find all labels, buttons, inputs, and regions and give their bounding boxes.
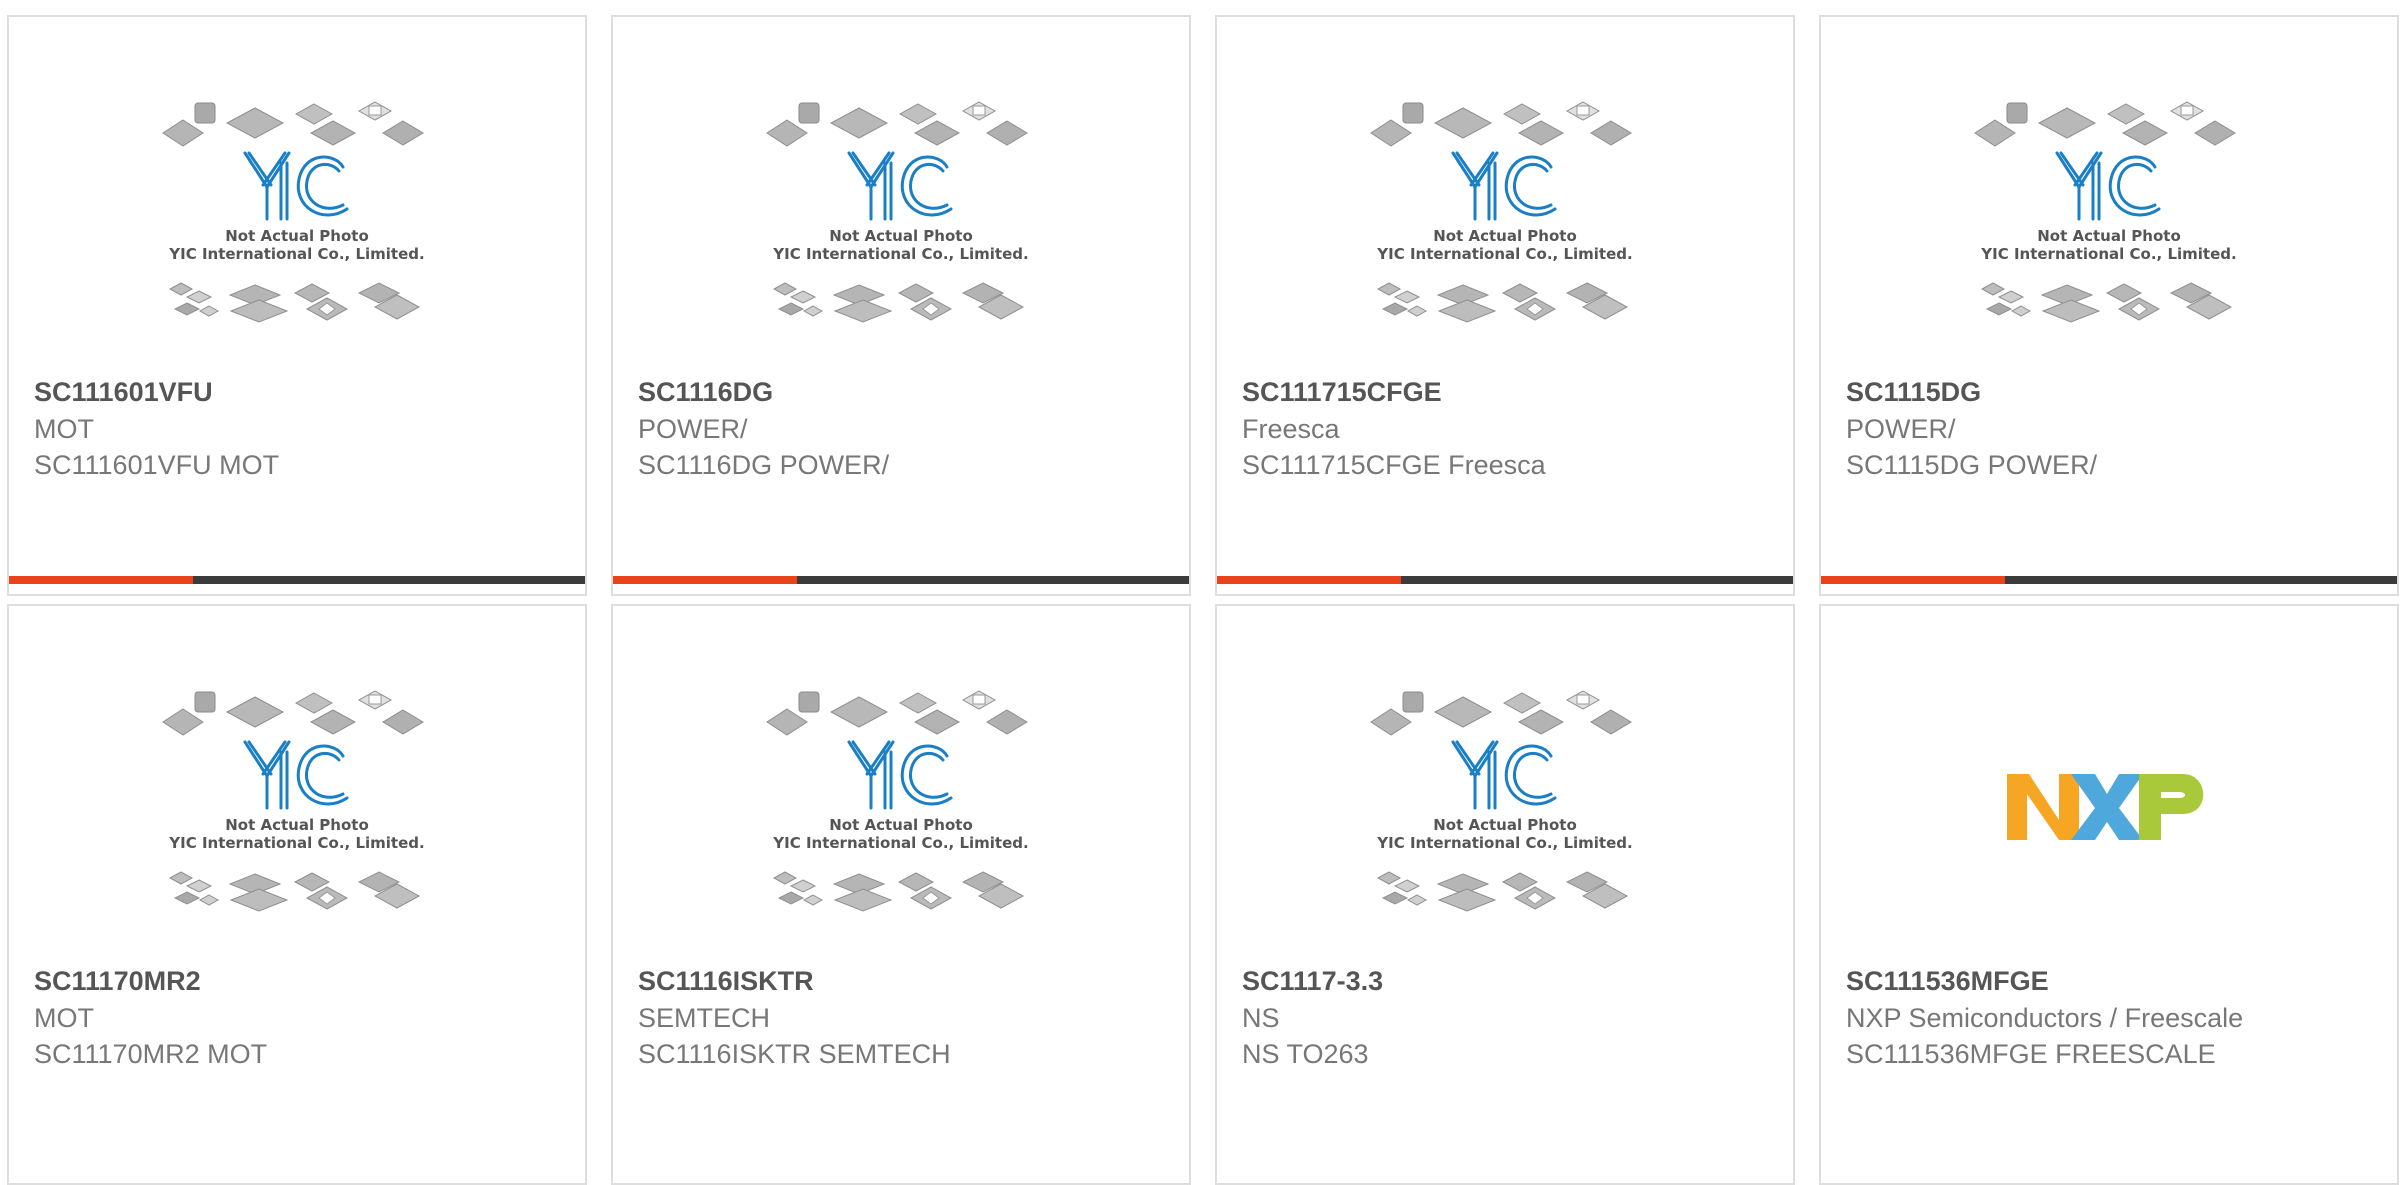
product-part-number[interactable]: SC11170MR2 bbox=[34, 964, 201, 998]
product-description: SC111715CFGE Freesca bbox=[1242, 450, 1546, 480]
placeholder-line1: Not Actual Photo bbox=[225, 227, 369, 245]
product-description: SC1116DG POWER/ bbox=[638, 450, 890, 480]
nxp-logo-icon bbox=[2007, 774, 2204, 840]
product-manufacturer: SEMTECH bbox=[638, 1003, 771, 1033]
product-image: Not Actual Photo YIC International Co., L… bbox=[613, 101, 1189, 371]
product-image: Not Actual Photo YIC International Co., L… bbox=[9, 690, 585, 960]
product-manufacturer: NS bbox=[1242, 1003, 1280, 1033]
card-accent-bar bbox=[613, 576, 1189, 584]
product-manufacturer: POWER/ bbox=[1846, 414, 1956, 444]
product-card[interactable]: Not Actual Photo YIC International Co., L… bbox=[1819, 15, 2399, 596]
yic-placeholder-image: Not Actual PhotoYIC International Co., L… bbox=[1370, 690, 1633, 912]
card-accent-bar-highlight bbox=[613, 576, 797, 584]
product-card[interactable]: SC111536MFGE NXP Semiconductors / Freesc… bbox=[1819, 604, 2399, 1185]
product-card[interactable]: Not Actual Photo YIC International Co., L… bbox=[611, 15, 1191, 596]
product-part-number[interactable]: SC1117-3.3 bbox=[1242, 964, 1383, 998]
product-image: Not Actual Photo YIC International Co., L… bbox=[613, 690, 1189, 960]
placeholder-line2: YIC International Co., Limited. bbox=[772, 245, 1028, 263]
placeholder-line2: YIC International Co., Limited. bbox=[1376, 834, 1632, 852]
product-description: SC1115DG POWER/ bbox=[1846, 450, 2098, 480]
product-part-number[interactable]: SC1116DG bbox=[638, 375, 773, 409]
product-description: SC11170MR2 MOT bbox=[34, 1039, 268, 1069]
product-image bbox=[1821, 716, 2397, 986]
product-part-number[interactable]: SC1116ISKTR bbox=[638, 964, 814, 998]
placeholder-line1: Not Actual Photo bbox=[225, 816, 369, 834]
product-manufacturer: NXP Semiconductors / Freescale bbox=[1846, 1003, 2244, 1033]
product-part-number[interactable]: SC111715CFGE bbox=[1242, 375, 1442, 409]
product-part-number[interactable]: SC111601VFU bbox=[34, 375, 213, 409]
product-manufacturer: MOT bbox=[34, 414, 94, 444]
card-accent-bar bbox=[1821, 576, 2397, 584]
card-accent-bar-highlight bbox=[9, 576, 193, 584]
placeholder-line1: Not Actual Photo bbox=[1433, 227, 1577, 245]
product-description: NS TO263 bbox=[1242, 1039, 1369, 1069]
placeholder-line2: YIC International Co., Limited. bbox=[1376, 245, 1632, 263]
product-manufacturer: Freesca bbox=[1242, 414, 1340, 444]
product-image: Not Actual Photo YIC International Co., L… bbox=[1217, 101, 1793, 371]
product-description: SC111536MFGE FREESCALE bbox=[1846, 1039, 2216, 1069]
product-image: Not Actual Photo YIC International Co., L… bbox=[1217, 690, 1793, 960]
card-accent-bar bbox=[1217, 576, 1793, 584]
yic-placeholder-image: Not Actual PhotoYIC International Co., L… bbox=[766, 101, 1029, 323]
placeholder-line1: Not Actual Photo bbox=[829, 816, 973, 834]
yic-placeholder-image: Not Actual PhotoYIC International Co., L… bbox=[1974, 101, 2237, 323]
placeholder-line1: Not Actual Photo bbox=[2037, 227, 2181, 245]
product-description: SC111601VFU MOT bbox=[34, 450, 280, 480]
product-card[interactable]: Not Actual Photo YIC International Co., L… bbox=[611, 604, 1191, 1185]
placeholder-line2: YIC International Co., Limited. bbox=[772, 834, 1028, 852]
placeholder-line2: YIC International Co., Limited. bbox=[168, 834, 424, 852]
placeholder-line1: Not Actual Photo bbox=[829, 227, 973, 245]
yic-placeholder-image: Not Actual PhotoYIC International Co., L… bbox=[162, 690, 425, 912]
product-part-number[interactable]: SC111536MFGE bbox=[1846, 964, 2049, 998]
yic-placeholder-image: Not Actual PhotoYIC International Co., L… bbox=[162, 101, 425, 323]
product-card[interactable]: Not Actual Photo YIC International Co., L… bbox=[1215, 15, 1795, 596]
card-accent-bar-highlight bbox=[1217, 576, 1401, 584]
product-manufacturer: POWER/ bbox=[638, 414, 748, 444]
placeholder-line2: YIC International Co., Limited. bbox=[1980, 245, 2236, 263]
product-image: Not Actual Photo YIC International Co., L… bbox=[9, 101, 585, 371]
product-description: SC1116ISKTR SEMTECH bbox=[638, 1039, 951, 1069]
product-part-number[interactable]: SC1115DG bbox=[1846, 375, 1981, 409]
product-card[interactable]: Not Actual Photo YIC International Co., L… bbox=[1215, 604, 1795, 1185]
yic-placeholder-image: Not Actual PhotoYIC International Co., L… bbox=[766, 690, 1029, 912]
product-card[interactable]: Not Actual Photo YIC International Co., L… bbox=[7, 604, 587, 1185]
product-card[interactable]: Not Actual Photo YIC International Co., L… bbox=[7, 15, 587, 596]
placeholder-line2: YIC International Co., Limited. bbox=[168, 245, 424, 263]
yic-placeholder-image: Not Actual PhotoYIC International Co., L… bbox=[1370, 101, 1633, 323]
product-grid: Not Actual Photo YIC International Co., L… bbox=[0, 0, 2400, 1185]
product-manufacturer: MOT bbox=[34, 1003, 94, 1033]
card-accent-bar bbox=[9, 576, 585, 584]
card-accent-bar-highlight bbox=[1821, 576, 2005, 584]
placeholder-line1: Not Actual Photo bbox=[1433, 816, 1577, 834]
product-image: Not Actual Photo YIC International Co., L… bbox=[1821, 101, 2397, 371]
